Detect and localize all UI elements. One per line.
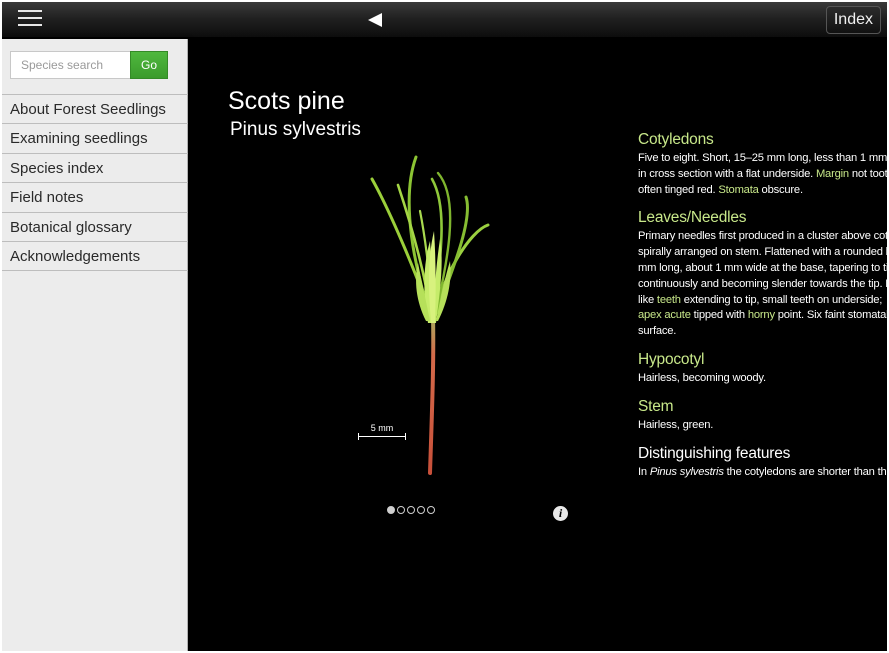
section-line: surface.: [638, 324, 887, 340]
section-line: apex acute tipped with horny point. Six …: [638, 308, 887, 324]
species-search-input[interactable]: [10, 51, 130, 79]
text-segment: Pinus sylvestris: [649, 465, 724, 478]
glossary-link[interactable]: horny: [748, 309, 775, 321]
section-title: Distinguishing features: [638, 444, 791, 462]
glossary-link[interactable]: teeth: [657, 294, 681, 306]
section-line: in cross section with a flat underside. …: [638, 167, 887, 183]
species-search: Go: [10, 51, 168, 79]
scale-label: 5 mm: [370, 423, 394, 433]
sidebar-item-species-index[interactable]: Species index: [2, 154, 188, 184]
sidebar-item-about-forest-seedlings[interactable]: About Forest Seedlings: [2, 95, 188, 125]
section-line: Primary needles first produced in a clus…: [638, 229, 887, 245]
section-title: Stem: [638, 397, 674, 415]
text-segment: tipped with: [690, 309, 748, 322]
section-title: Leaves/Needles: [638, 209, 747, 227]
section-line: spirally arranged on stem. Flattened wit…: [638, 245, 887, 261]
text-segment: point. Six faint stomatal lines: [777, 309, 887, 322]
section-line: In Pinus sylvestris the cotyledons are s…: [638, 465, 887, 481]
text-segment: surface.: [638, 325, 677, 338]
section-line: Hairless, becoming woody.: [638, 371, 887, 387]
text-segment: Hairless, becoming woody.: [638, 371, 766, 384]
section-line: mm long, about 1 mm wide at the base, ta…: [638, 261, 887, 277]
glossary-link[interactable]: Margin: [816, 168, 849, 180]
sidebar-item-acknowledgements[interactable]: Acknowledgements: [2, 242, 188, 272]
section-line: often tinged red. Stomata obscure.: [638, 183, 887, 199]
app-frame: Index Go About Forest Seedlings Examinin…: [2, 2, 887, 651]
text-segment: the cotyledons are shorter than those of: [726, 465, 887, 478]
species-latin-name: Pinus sylvestris: [230, 119, 361, 140]
section-title: Hypocotyl: [638, 350, 705, 368]
section-body: Hairless, becoming woody.: [638, 371, 887, 387]
hamburger-menu-icon[interactable]: [18, 10, 42, 30]
scale-line: [358, 436, 406, 437]
section-line: continuously and becoming slender toward…: [638, 277, 887, 293]
sidebar-item-botanical-glossary[interactable]: Botanical glossary: [2, 213, 188, 242]
section-line: Five to eight. Short, 15–25 mm long, les…: [638, 151, 887, 167]
section-title: Cotyledons: [638, 131, 714, 148]
section-body: Primary needles first produced in a clus…: [638, 229, 887, 340]
text-segment: often tinged red.: [638, 183, 719, 196]
section-body: In Pinus sylvestris the cotyledons are s…: [638, 465, 887, 481]
glossary-link[interactable]: apex acute: [638, 309, 691, 321]
pager-dot[interactable]: [427, 506, 435, 514]
text-segment: Five to eight. Short, 15–25 mm long, les…: [638, 152, 887, 164]
back-arrow-icon[interactable]: [366, 11, 386, 29]
species-page: Scots pine Pinus sylvestris 5 mm i Cotyl…: [190, 39, 887, 651]
species-description: Cotyledons Five to eight. Short, 15–25 mm…: [638, 131, 887, 491]
info-icon[interactable]: i: [553, 506, 568, 521]
sidebar-nav: About Forest Seedlings Examining seedlin…: [2, 94, 188, 272]
species-common-name: Scots pine: [228, 87, 345, 115]
pager-dot[interactable]: [407, 506, 415, 514]
top-bar: Index: [2, 2, 887, 38]
section-body: Five to eight. Short, 15–25 mm long, les…: [638, 151, 887, 198]
text-segment: extending to tip, small teeth on undersi…: [680, 293, 883, 306]
text-segment: obscure.: [758, 183, 804, 196]
pager-dot[interactable]: [387, 506, 395, 514]
scale-tick-right: [405, 433, 406, 440]
pager-dot[interactable]: [397, 506, 405, 514]
section-body: Hairless, green.: [638, 418, 887, 434]
text-segment: Primary needles first produced in a clus…: [638, 230, 887, 243]
text-segment: not toothed,: [851, 167, 887, 180]
image-pager: [387, 506, 435, 516]
go-button[interactable]: Go: [130, 51, 168, 79]
glossary-link[interactable]: Stomata: [718, 184, 758, 196]
section-line: like teeth extending to tip, small teeth…: [638, 293, 887, 309]
index-button[interactable]: Index: [825, 6, 881, 34]
sidebar: Go About Forest Seedlings Examining seed…: [2, 39, 188, 651]
sidebar-item-field-notes[interactable]: Field notes: [2, 183, 188, 213]
pager-dot[interactable]: [417, 506, 425, 514]
text-segment: like: [638, 293, 657, 306]
scale-bar: 5 mm: [356, 423, 408, 443]
text-segment: in cross section with a flat underside.: [638, 167, 816, 180]
text-segment: continuously and becoming slender toward…: [638, 277, 887, 290]
text-segment: Hairless, green.: [638, 418, 714, 431]
text-segment: spirally arranged on stem. Flattened wit…: [638, 246, 887, 259]
scale-tick-left: [358, 433, 359, 440]
section-line: Hairless, green.: [638, 418, 887, 434]
text-segment: mm long, about 1 mm wide at the base, ta…: [638, 261, 887, 274]
text-segment: In: [638, 465, 650, 478]
sidebar-item-examining-seedlings[interactable]: Examining seedlings: [2, 124, 188, 154]
